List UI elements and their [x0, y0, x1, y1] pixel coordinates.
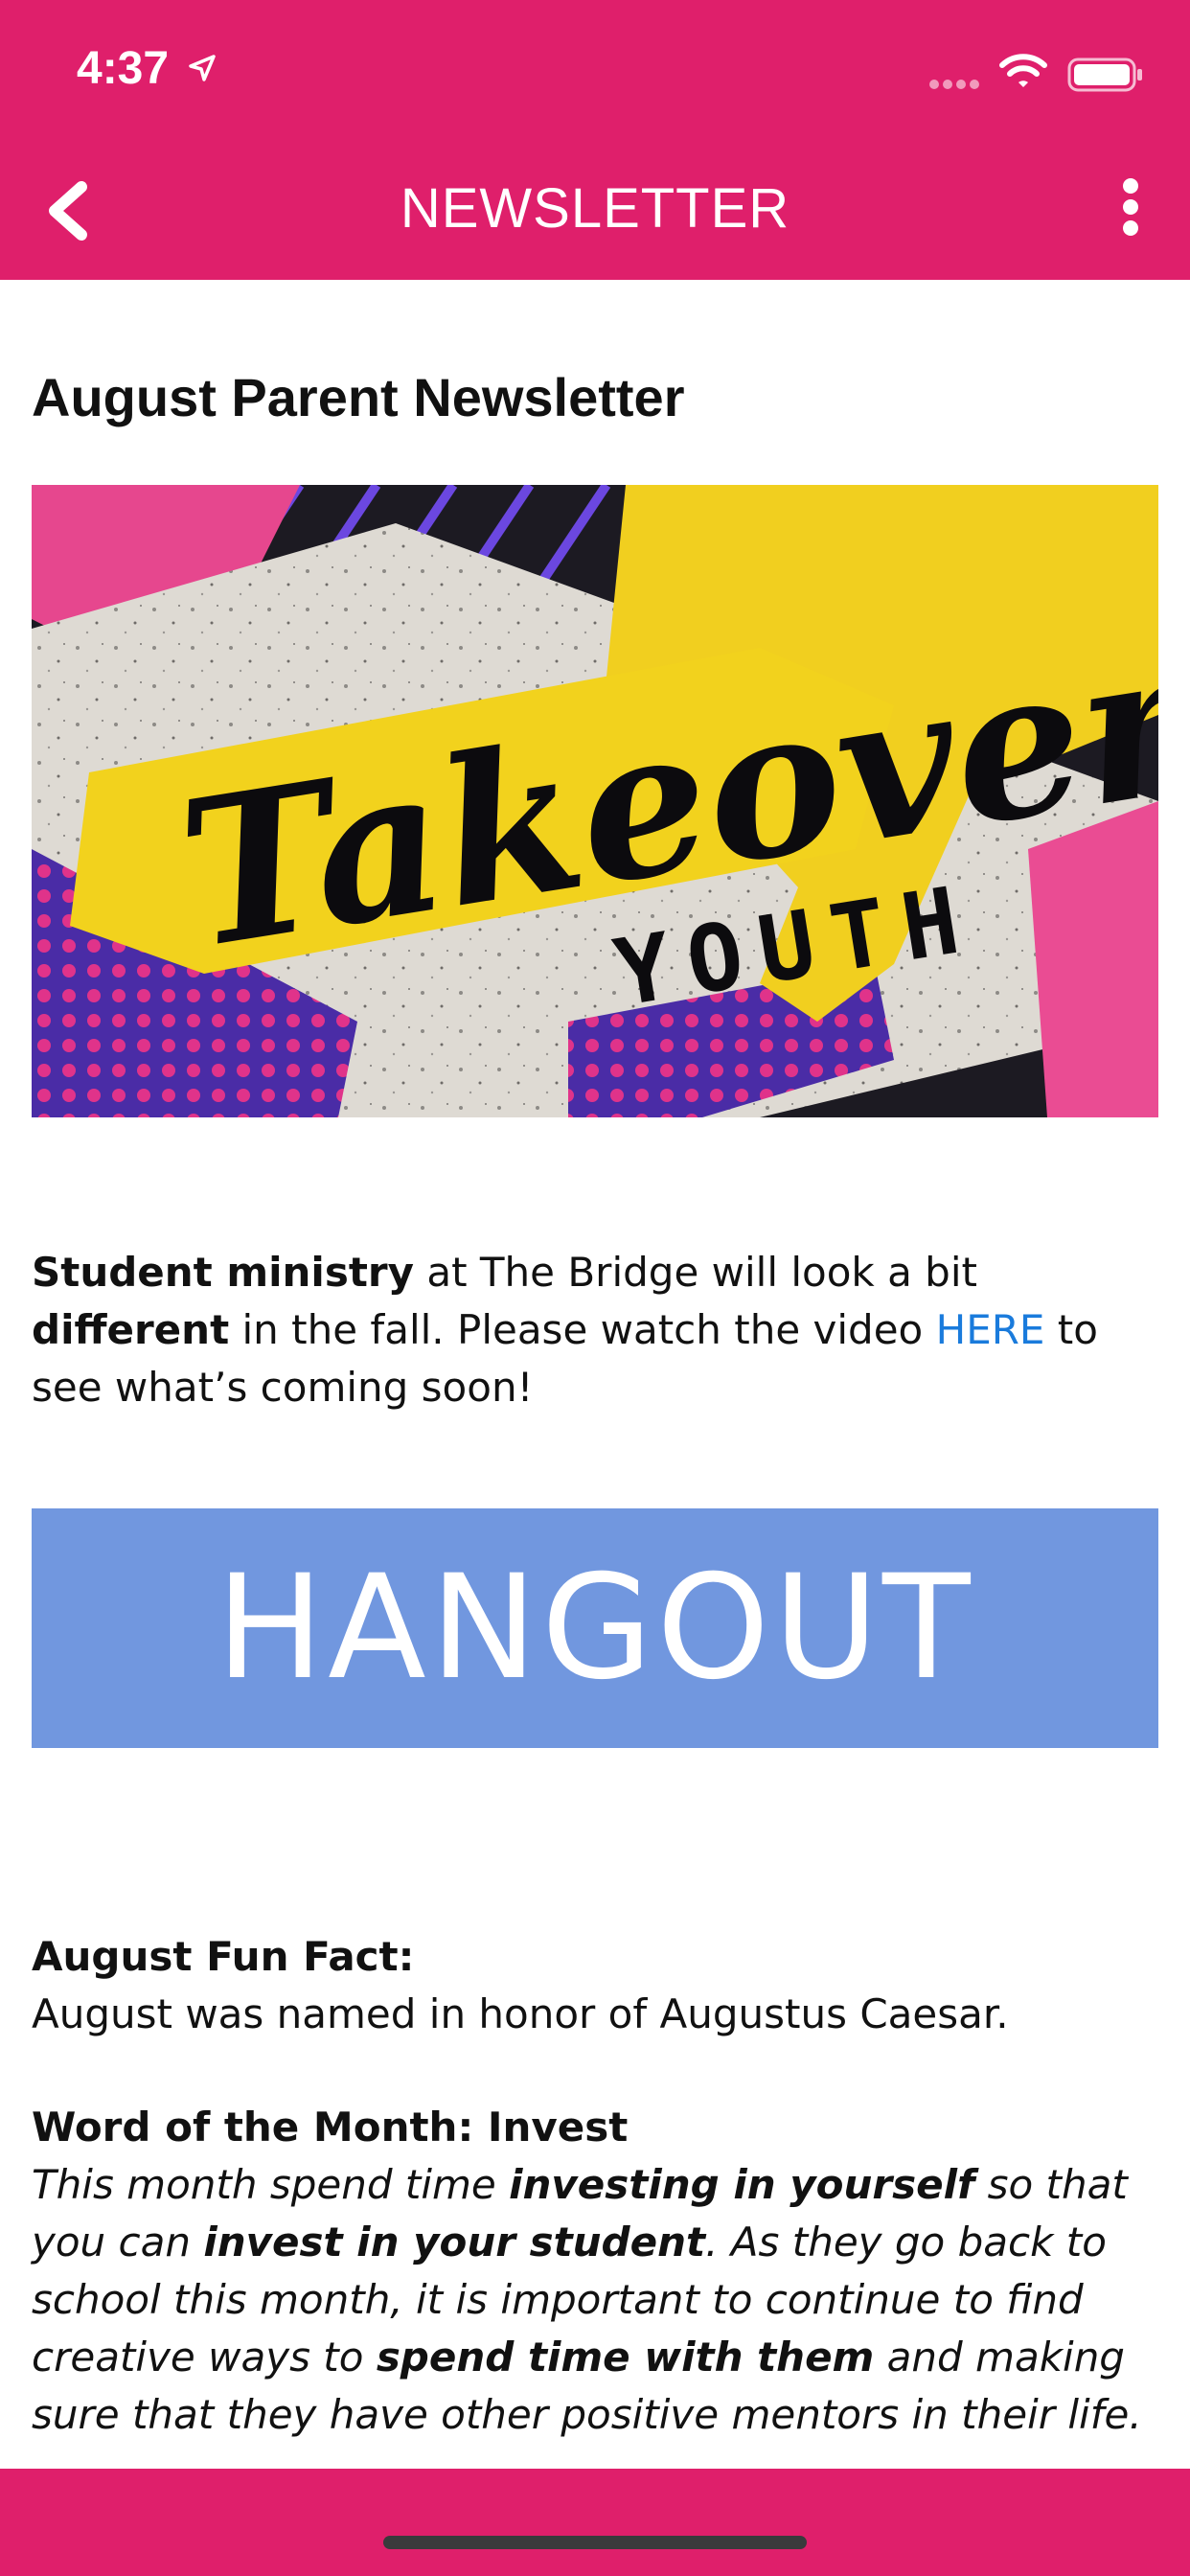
word-bold-2: invest in your student	[203, 2219, 706, 2266]
word-bold-3: spend time with them	[376, 2334, 875, 2380]
status-time: 4:37	[77, 43, 170, 94]
hangout-label: HANGOUT	[216, 1545, 974, 1712]
cellular-signal-icon	[929, 77, 983, 94]
wifi-icon	[998, 52, 1048, 95]
intro-bold-2: different	[32, 1306, 230, 1353]
takeover-youth-banner-image: Takeover YOUTH	[32, 485, 1158, 1117]
page-title: NEWSLETTER	[400, 177, 790, 240]
word-of-month-heading: Word of the Month: Invest	[32, 2104, 629, 2150]
bottom-bar	[0, 2469, 1190, 2576]
article-title: August Parent Newsletter	[32, 367, 685, 427]
hangout-banner-image: HANGOUT	[32, 1508, 1158, 1748]
video-link[interactable]: HERE	[936, 1306, 1045, 1353]
status-bar: 4:37	[0, 0, 1190, 134]
intro-bold-1: Student ministry	[32, 1249, 414, 1296]
intro-text-2: in the fall. Please watch the video	[229, 1306, 936, 1353]
location-arrow-icon	[188, 54, 217, 87]
word-bold-1: investing in yourself	[509, 2161, 975, 2208]
home-indicator[interactable]	[383, 2536, 807, 2549]
fun-fact-text: August was named in honor of Augustus Ca…	[32, 1990, 1009, 2037]
battery-icon	[1067, 58, 1144, 97]
word-text-1: This month spend time	[32, 2161, 510, 2208]
fun-fact-heading: August Fun Fact:	[32, 1933, 415, 1980]
more-options-button[interactable]	[1102, 169, 1159, 245]
navigation-bar: NEWSLETTER	[0, 134, 1190, 280]
intro-text-1: at The Bridge will look a bit	[414, 1249, 977, 1296]
fun-fact-paragraph: August Fun Fact: August was named in hono…	[32, 1928, 1162, 2043]
intro-paragraph: Student ministry at The Bridge will look…	[32, 1244, 1162, 1416]
newsletter-content[interactable]: August Parent Newsletter Takeover YOUTH …	[0, 280, 1190, 2469]
word-of-month-paragraph: Word of the Month: Invest This month spen…	[32, 2099, 1162, 2444]
more-vertical-icon	[1123, 178, 1138, 236]
